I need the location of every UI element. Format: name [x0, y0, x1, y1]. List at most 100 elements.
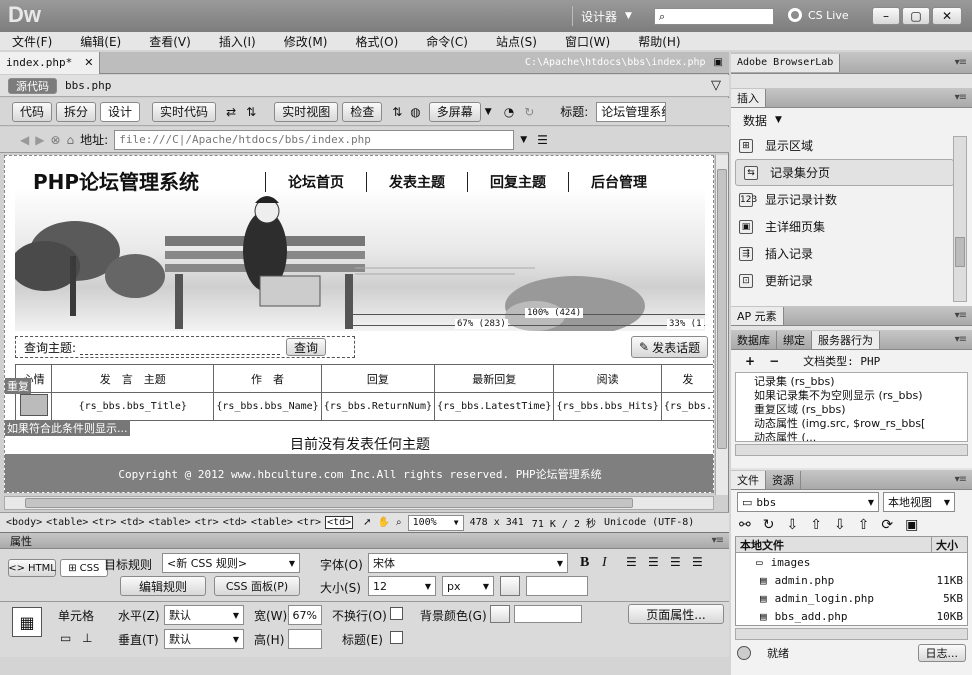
files-panel-tab[interactable]: 资源: [766, 470, 801, 489]
page-properties-button[interactable]: 页面属性...: [628, 604, 724, 624]
insert-item[interactable]: ⊞ 显示区域: [731, 132, 972, 159]
tag-selector-item[interactable]: <tr>: [297, 517, 321, 528]
menu-item[interactable]: 查看(V): [149, 33, 191, 50]
zoom-tool-icon[interactable]: ⌕: [396, 517, 402, 528]
menu-item[interactable]: 插入(I): [219, 33, 256, 50]
file-row[interactable]: ▤ admin.php 11KB: [736, 571, 967, 589]
width-input[interactable]: 67%: [288, 605, 322, 625]
get-files-icon[interactable]: ⇩: [786, 517, 798, 533]
multiscreen-button[interactable]: 多屏幕: [428, 101, 481, 122]
font-select[interactable]: 宋体 ▼: [368, 553, 568, 573]
minimize-button[interactable]: –: [872, 7, 900, 25]
title-input[interactable]: 论坛管理系统: [596, 101, 667, 122]
height-input[interactable]: [288, 629, 322, 649]
edit-rule-button[interactable]: 编辑规则: [120, 576, 206, 596]
browse-options-icon[interactable]: ☰: [537, 133, 548, 147]
behavior-hscrollbar[interactable]: [735, 444, 968, 456]
search-topic-input[interactable]: [80, 339, 281, 355]
file-row[interactable]: ▤ bbs_add.php 10KB: [736, 607, 967, 625]
italic-button[interactable]: I: [602, 555, 607, 571]
split-cells-icon[interactable]: ⊥: [82, 631, 92, 645]
hand-tool-icon[interactable]: ✋: [378, 517, 390, 528]
insert-scrollbar[interactable]: [953, 136, 967, 302]
multiscreen-chevron-icon[interactable]: ▼: [485, 107, 492, 117]
tag-selector-item[interactable]: <table>: [148, 517, 190, 528]
window-size[interactable]: 478 x 341: [470, 517, 524, 528]
size-select[interactable]: 12 ▼: [368, 576, 436, 596]
filter-icon[interactable]: ▽: [711, 78, 721, 93]
vert-select[interactable]: 默认 ▼: [164, 629, 244, 649]
check-in-icon[interactable]: ⇧: [858, 517, 870, 533]
design-view-button[interactable]: 设计: [100, 101, 141, 122]
server-behavior-item[interactable]: 动态属性 (img.src, $row_rs_bbs[: [754, 415, 967, 430]
globe-icon[interactable]: ◍: [410, 105, 420, 119]
align-left-icon[interactable]: ☰: [626, 555, 637, 569]
add-behavior-icon[interactable]: +: [745, 354, 755, 368]
restore-icon[interactable]: ▣: [714, 57, 723, 68]
ruler-right[interactable]: 33% (1: [667, 319, 704, 329]
col-size-header[interactable]: 大小: [931, 537, 967, 553]
align-justify-icon[interactable]: ☰: [692, 555, 703, 569]
file-management-icon[interactable]: ⇅: [246, 105, 256, 119]
menu-item[interactable]: 帮助(H): [638, 33, 680, 50]
bg-color-input[interactable]: [514, 605, 582, 623]
insert-item[interactable]: 123 显示记录计数: [731, 186, 972, 213]
browserlab-tab[interactable]: Adobe BrowserLab: [731, 53, 841, 72]
panel-menu-icon[interactable]: ▾≡: [955, 92, 967, 103]
insert-tab[interactable]: 插入: [731, 88, 766, 107]
menu-item[interactable]: 格式(O): [355, 33, 398, 50]
insert-category-select[interactable]: 数据 ▼: [731, 108, 972, 132]
check-out-icon[interactable]: ⇩: [834, 517, 846, 533]
site-nav-link[interactable]: 论坛首页: [265, 172, 366, 192]
horz-select[interactable]: 默认 ▼: [164, 605, 244, 625]
document-tab[interactable]: index.php* ✕: [0, 51, 101, 74]
target-rule-select[interactable]: <新 CSS 规则> ▼: [162, 553, 300, 573]
server-panel-tab[interactable]: 绑定: [777, 330, 812, 349]
text-color-input[interactable]: [526, 576, 588, 596]
site-nav-link[interactable]: 回复主题: [467, 172, 568, 192]
css-tab[interactable]: ⊞ CSS: [59, 559, 108, 577]
panel-menu-icon[interactable]: ▾≡: [955, 310, 967, 321]
forward-icon[interactable]: ▶: [35, 133, 44, 147]
address-input[interactable]: file:///C|/Apache/htdocs/bbs/index.php: [114, 129, 515, 150]
bold-button[interactable]: B: [580, 555, 589, 571]
connect-icon[interactable]: ⚯: [739, 517, 751, 533]
view-select[interactable]: 本地视图 ▼: [883, 492, 955, 512]
server-behavior-item[interactable]: 动态属性 (...: [754, 429, 967, 441]
live-code-button[interactable]: 实时代码: [152, 101, 217, 122]
ruler-left[interactable]: 67% (283): [455, 319, 508, 329]
bg-color-picker[interactable]: [490, 605, 510, 623]
menu-item[interactable]: 文件(F): [12, 33, 52, 50]
site-nav-link[interactable]: 后台管理: [568, 172, 669, 192]
tag-selector-item[interactable]: <tr>: [92, 517, 116, 528]
ruler-main[interactable]: 100% (424): [525, 308, 584, 318]
tag-selector-item[interactable]: <td>: [223, 517, 247, 528]
stop-icon[interactable]: ⊗: [50, 133, 60, 147]
server-behavior-item[interactable]: 记录集 (rs_bbs): [754, 373, 967, 388]
address-dropdown-icon[interactable]: ▼: [520, 135, 527, 145]
canvas-horizontal-scrollbar[interactable]: [4, 496, 714, 510]
header-checkbox[interactable]: [390, 631, 403, 644]
site-select[interactable]: ▭ bbs ▼: [737, 492, 879, 512]
back-icon[interactable]: ◀: [20, 133, 29, 147]
cs-live-button[interactable]: CS Live: [788, 8, 849, 22]
put-files-icon[interactable]: ⇧: [810, 517, 822, 533]
split-view-button[interactable]: 拆分: [56, 101, 97, 122]
related-file-bbs[interactable]: bbs.php: [65, 79, 111, 92]
inspect-button[interactable]: 检查: [342, 101, 383, 122]
search-topic-button[interactable]: 查询: [286, 338, 327, 356]
insert-item[interactable]: ⇶ 插入记录: [731, 240, 972, 267]
nowrap-checkbox[interactable]: [390, 607, 403, 620]
code-view-button[interactable]: 代码: [12, 101, 53, 122]
canvas-vertical-scrollbar[interactable]: [715, 155, 728, 495]
menu-item[interactable]: 站点(S): [496, 33, 537, 50]
pointer-tool-icon[interactable]: ➚: [363, 517, 371, 528]
inspect-mode-icon[interactable]: ⇄: [226, 105, 236, 119]
files-hscrollbar[interactable]: [735, 628, 968, 640]
size-unit-select[interactable]: px ▼: [442, 576, 494, 596]
html-tab[interactable]: <> HTML: [8, 559, 56, 577]
design-canvas[interactable]: PHP论坛管理系统 论坛首页 发表主题 回复主题 后台管理 100% (424) 67…: [4, 155, 714, 493]
menu-item[interactable]: 修改(M): [284, 33, 328, 50]
files-panel-tab[interactable]: 文件: [731, 470, 766, 489]
maximize-button[interactable]: ▢: [902, 7, 930, 25]
